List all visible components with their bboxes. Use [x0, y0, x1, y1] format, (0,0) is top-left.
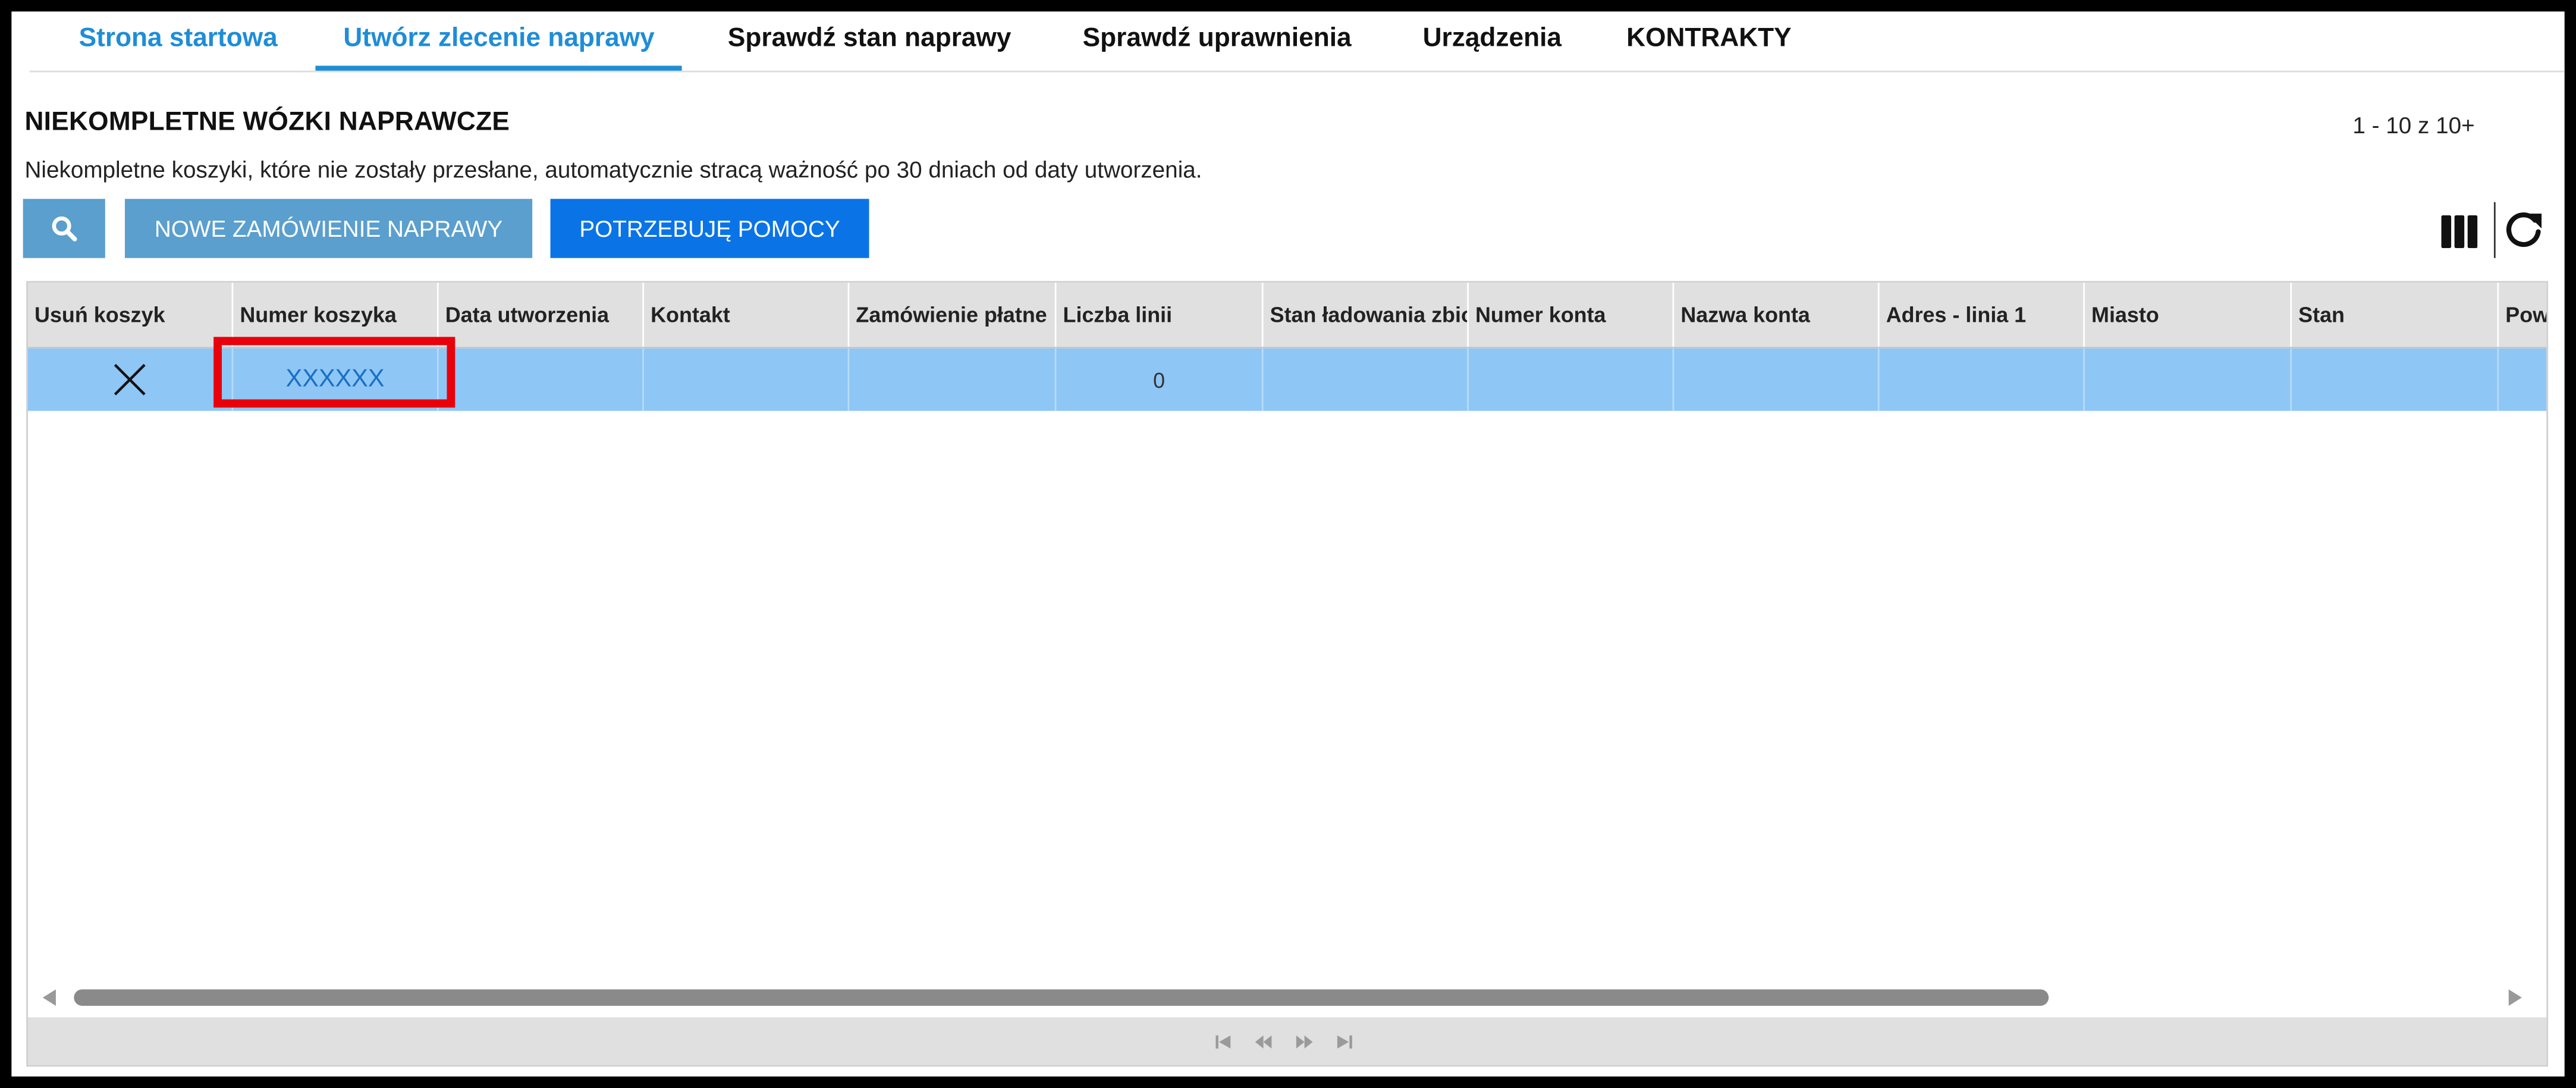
horizontal-scrollbar[interactable] [27, 983, 2547, 1012]
record-count: 1 - 10 z 10+ [2352, 111, 2475, 139]
column-header-line-count[interactable]: Liczba linii [1056, 283, 1264, 347]
tab-check-entitlements[interactable]: Sprawdź uprawnienia [1055, 11, 1380, 70]
scroll-left-icon[interactable] [42, 989, 56, 1006]
carts-grid: Usuń koszyk Numer koszyka Data utworzeni… [26, 281, 2549, 1067]
next-page-icon[interactable] [1295, 1034, 1314, 1051]
overflow-cell [2499, 349, 2546, 411]
column-header-more[interactable]: Pow [2499, 283, 2546, 347]
search-icon [52, 216, 77, 242]
state-cell [2292, 348, 2499, 411]
page-title: NIEKOMPLETNE WÓZKI NAPRAWCZE [24, 108, 510, 137]
column-header-state[interactable]: Stan [2292, 283, 2499, 347]
new-repair-order-button[interactable]: NOWE ZAMÓWIENIE NAPRAWY [124, 199, 533, 258]
search-button[interactable] [23, 199, 105, 258]
last-page-icon[interactable] [1334, 1034, 1353, 1051]
previous-page-icon[interactable] [1254, 1034, 1273, 1051]
account-name-cell [1674, 348, 1880, 411]
app-window: Strona startowa Utwórz zlecenie naprawy … [11, 11, 2565, 1077]
need-help-button[interactable]: POTRZEBUJĘ POMOCY [550, 199, 869, 258]
column-header-created-date[interactable]: Data utworzenia [439, 283, 645, 347]
column-header-upload-status[interactable]: Stan ładowania zbio [1264, 283, 1469, 347]
city-cell [2085, 348, 2292, 411]
tab-contracts[interactable]: KONTRAKTY [1598, 11, 1819, 70]
first-page-icon[interactable] [1214, 1034, 1234, 1051]
account-number-cell [1469, 348, 1675, 411]
column-header-address-line-1[interactable]: Adres - linia 1 [1880, 283, 2085, 347]
line-count-cell: 0 [1056, 348, 1264, 411]
column-header-delete-cart[interactable]: Usuń koszyk [28, 283, 234, 347]
top-nav: Strona startowa Utwórz zlecenie naprawy … [29, 11, 2565, 73]
columns-icon[interactable] [2441, 215, 2478, 249]
created-date-cell [439, 348, 645, 411]
column-header-city[interactable]: Miasto [2085, 283, 2292, 347]
scrollbar-thumb[interactable] [74, 989, 2049, 1006]
refresh-icon[interactable] [2502, 209, 2545, 252]
highlight-box [213, 337, 455, 408]
column-header-contact[interactable]: Kontakt [644, 283, 850, 347]
column-header-account-number[interactable]: Numer konta [1469, 283, 1675, 347]
scroll-right-icon[interactable] [2508, 989, 2522, 1006]
tab-devices[interactable]: Urządzenia [1395, 11, 1589, 70]
column-header-paid-order[interactable]: Zamówienie płatne [849, 283, 1057, 347]
toolbar-divider [2493, 202, 2496, 258]
delete-cart-cell[interactable] [28, 348, 234, 411]
contact-cell [644, 348, 850, 411]
tab-create-repair-order[interactable]: Utwórz zlecenie naprawy [315, 11, 683, 71]
address-line-1-cell [1880, 348, 2085, 411]
column-header-account-name[interactable]: Nazwa konta [1674, 283, 1880, 347]
tab-home[interactable]: Strona startowa [51, 11, 306, 70]
paid-order-cell [849, 348, 1057, 411]
upload-status-cell [1264, 348, 1469, 411]
close-icon[interactable] [112, 362, 148, 398]
tab-check-repair-status[interactable]: Sprawdź stan naprawy [700, 11, 1039, 70]
page-subtitle: Niekompletne koszyki, które nie zostały … [24, 156, 1202, 183]
grid-pager [27, 1017, 2547, 1065]
